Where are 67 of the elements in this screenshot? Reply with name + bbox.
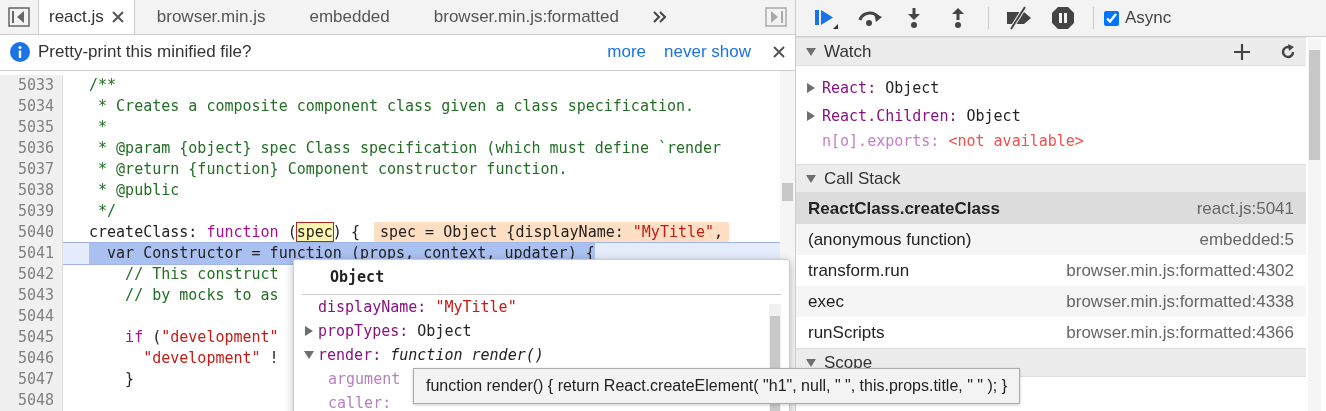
close-icon[interactable]	[111, 10, 124, 23]
line-number: 5038	[16, 180, 55, 201]
line-number: 5041	[16, 243, 55, 264]
infobar-message: Pretty-print this minified file?	[38, 42, 252, 63]
close-icon[interactable]	[773, 46, 785, 59]
expanded-arrow-icon[interactable]	[806, 173, 816, 184]
collapsed-arrow-icon[interactable]	[806, 83, 816, 93]
property: propTypes: Object	[318, 322, 472, 340]
line-number: 5047	[16, 369, 55, 390]
expanded-arrow-icon[interactable]	[304, 350, 314, 360]
property: render: function render()	[318, 346, 544, 364]
watch-expression: React: Object	[822, 79, 940, 97]
file-tab[interactable]: browser.min.js	[134, 0, 288, 34]
async-checkbox[interactable]	[1104, 10, 1119, 26]
call-frame[interactable]: ReactClass.createClass react.js:5041	[796, 193, 1306, 224]
property: displayName: "MyTitle"	[318, 298, 517, 316]
line-number: 5034	[16, 96, 55, 117]
file-tab[interactable]: react.js	[38, 0, 135, 34]
line-number: 5033	[16, 75, 55, 96]
code-line: if ("development"	[124, 327, 279, 348]
infobar-link[interactable]: more	[607, 42, 647, 63]
line-number: 5046	[16, 348, 55, 369]
code-line: */	[97, 201, 117, 222]
code-line: *	[97, 117, 108, 138]
code-line: * @return {function} Component constructor function.	[97, 159, 568, 180]
file-tab[interactable]: browser.min.js:formatted	[411, 0, 641, 34]
line-number: 5036	[16, 138, 55, 159]
expanded-arrow-icon[interactable]	[806, 46, 816, 57]
code-line: "development" !	[142, 348, 279, 369]
line-number: 5043	[16, 285, 55, 306]
collapsed-arrow-icon[interactable]	[304, 326, 314, 336]
line-number: 5035	[16, 117, 55, 138]
tooltip: function render() { return React.createElement( "h1", null, " ", this.props.title, " " ); }	[413, 368, 1020, 404]
code-line: * @public	[97, 180, 180, 201]
line-number: 5042	[16, 264, 55, 285]
refresh-icon[interactable]	[1280, 43, 1296, 60]
inline-value: spec = Object {displayName: "MyTitle",	[373, 222, 730, 243]
collapsed-arrow-icon[interactable]	[806, 111, 816, 121]
code-line: createClass: function (spec) {	[89, 222, 360, 243]
popover-title: Object	[302, 260, 781, 295]
section-header[interactable]: Watch	[796, 37, 1306, 66]
line-number: 5045	[16, 327, 55, 348]
info-icon	[10, 42, 30, 63]
code-line: * @param {object} spec Class specification (which must define `render	[97, 138, 722, 159]
line-number: 5037	[16, 159, 55, 180]
code-line: }	[124, 369, 135, 390]
code-line: // This construct	[124, 264, 279, 285]
file-tab[interactable]: embedded	[287, 0, 412, 34]
plus-icon[interactable]	[1234, 43, 1250, 60]
watch-expression: n[o].exports: <not available>	[822, 132, 1084, 150]
property: caller:	[327, 394, 392, 411]
expanded-arrow-icon[interactable]	[806, 357, 816, 368]
section-header[interactable]: Call Stack	[796, 164, 1306, 193]
infobar-link[interactable]: never show	[664, 42, 751, 63]
code-line: * Creates a composite component class given a class specification.	[97, 96, 695, 117]
line-number: 5039	[16, 201, 55, 222]
line-number: 5048	[16, 390, 55, 411]
watch-expression: React.Children: Object	[822, 107, 1021, 125]
scrollbar[interactable]	[1308, 38, 1321, 411]
call-frame[interactable]: exec browser.min.js:formatted:4338	[796, 286, 1306, 317]
code-line: /**	[89, 75, 117, 96]
checkbox-label: Async	[1125, 8, 1172, 28]
line-number: 5044	[16, 306, 55, 327]
line-number: 5040	[16, 222, 55, 243]
property: argument	[327, 370, 401, 388]
code-line: // by mocks to as	[124, 285, 279, 306]
call-frame[interactable]: (anonymous function) embedded:5	[796, 224, 1306, 255]
